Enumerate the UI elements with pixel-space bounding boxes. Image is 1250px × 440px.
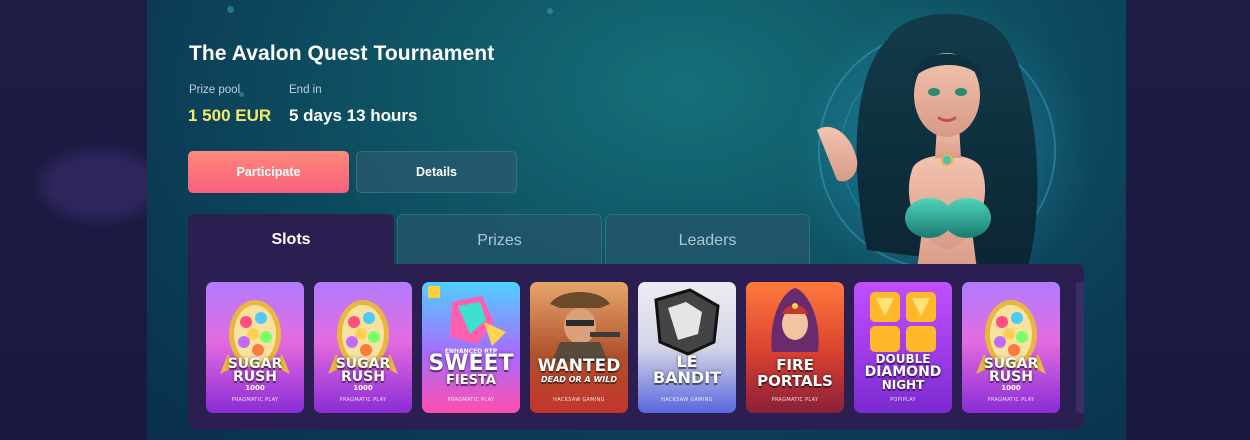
wanted-artwork <box>550 292 620 362</box>
game-title: PORTALS <box>757 372 833 390</box>
tournament-title: The Avalon Quest Tournament <box>189 42 495 65</box>
game-provider: PRAGMATIC PLAY <box>339 397 387 403</box>
game-title: FIRE <box>776 356 814 374</box>
game-title: RUSH <box>233 369 277 385</box>
game-tile[interactable]: LE BANDIT HACKSAW GAMING <box>638 282 736 413</box>
games-panel: SUGAR RUSH 1000 PRAGMATIC PLAY SUGAR RUS… <box>188 264 1084 430</box>
game-tile[interactable]: SUGAR RUSH 1000 PRAGMATIC PLAY <box>314 282 412 413</box>
game-provider: POPIPLAY <box>890 397 916 403</box>
game-title: DEAD OR A WILD <box>541 375 617 384</box>
game-tile[interactable]: DOUBLE DIAMOND NIGHT POPIPLAY <box>854 282 952 413</box>
game-tile[interactable]: SUGAR RUSH 1000 PRAGMATIC PLAY <box>962 282 1060 413</box>
game-title: BANDIT <box>652 368 722 387</box>
diamond-artwork <box>870 292 936 352</box>
game-title: LE <box>676 352 698 371</box>
game-title: NIGHT <box>881 378 925 392</box>
end-in-value: 5 days 13 hours <box>289 106 418 125</box>
game-title: SWEET <box>428 351 514 376</box>
tab-prizes[interactable]: Prizes <box>397 214 602 266</box>
sugar-rush-artwork <box>976 300 1046 374</box>
game-subtitle: 1000 <box>1001 384 1021 392</box>
sugar-rush-artwork <box>328 300 398 374</box>
game-title: RUSH <box>989 369 1033 385</box>
sugar-rush-artwork <box>220 300 290 374</box>
details-button[interactable]: Details <box>356 151 517 193</box>
game-title: WANTED <box>537 356 621 376</box>
tournament-card: The Avalon Quest Tournament Prize pool E… <box>147 0 1126 440</box>
mermaid-illustration <box>792 0 1092 270</box>
game-provider: PRAGMATIC PLAY <box>771 397 819 403</box>
end-in-label: End in <box>289 84 322 96</box>
game-provider: PRAGMATIC PLAY <box>447 397 495 403</box>
games-scrollbar[interactable] <box>1076 282 1084 413</box>
participate-button[interactable]: Participate <box>188 151 349 193</box>
game-tile[interactable]: SUGAR RUSH 1000 PRAGMATIC PLAY <box>206 282 304 413</box>
game-title: FIESTA <box>446 373 496 388</box>
bubble-decoration <box>227 6 234 13</box>
background-left <box>0 0 160 440</box>
game-tile[interactable]: FIRE PORTALS PRAGMATIC PLAY <box>746 282 844 413</box>
game-title: RUSH <box>341 369 385 385</box>
game-tile[interactable]: ENHANCED RTP SWEET FIESTA PRAGMATIC PLAY <box>422 282 520 413</box>
game-provider: HACKSAW GAMING <box>661 397 713 403</box>
tab-leaders[interactable]: Leaders <box>605 214 810 266</box>
tab-slots[interactable]: Slots <box>188 214 394 266</box>
prize-pool-label: Prize pool <box>189 84 241 96</box>
fire-portals-artwork <box>771 288 819 352</box>
prize-pool-value: 1 500 EUR <box>188 106 272 125</box>
le-bandit-artwork <box>654 288 720 356</box>
game-tile[interactable]: WANTED DEAD OR A WILD HACKSAW GAMING <box>530 282 628 413</box>
bubble-decoration <box>547 8 553 14</box>
game-provider: PRAGMATIC PLAY <box>987 397 1035 403</box>
game-provider: HACKSAW GAMING <box>553 397 605 403</box>
game-subtitle: 1000 <box>353 384 373 392</box>
game-subtitle: 1000 <box>245 384 265 392</box>
game-provider: PRAGMATIC PLAY <box>231 397 279 403</box>
